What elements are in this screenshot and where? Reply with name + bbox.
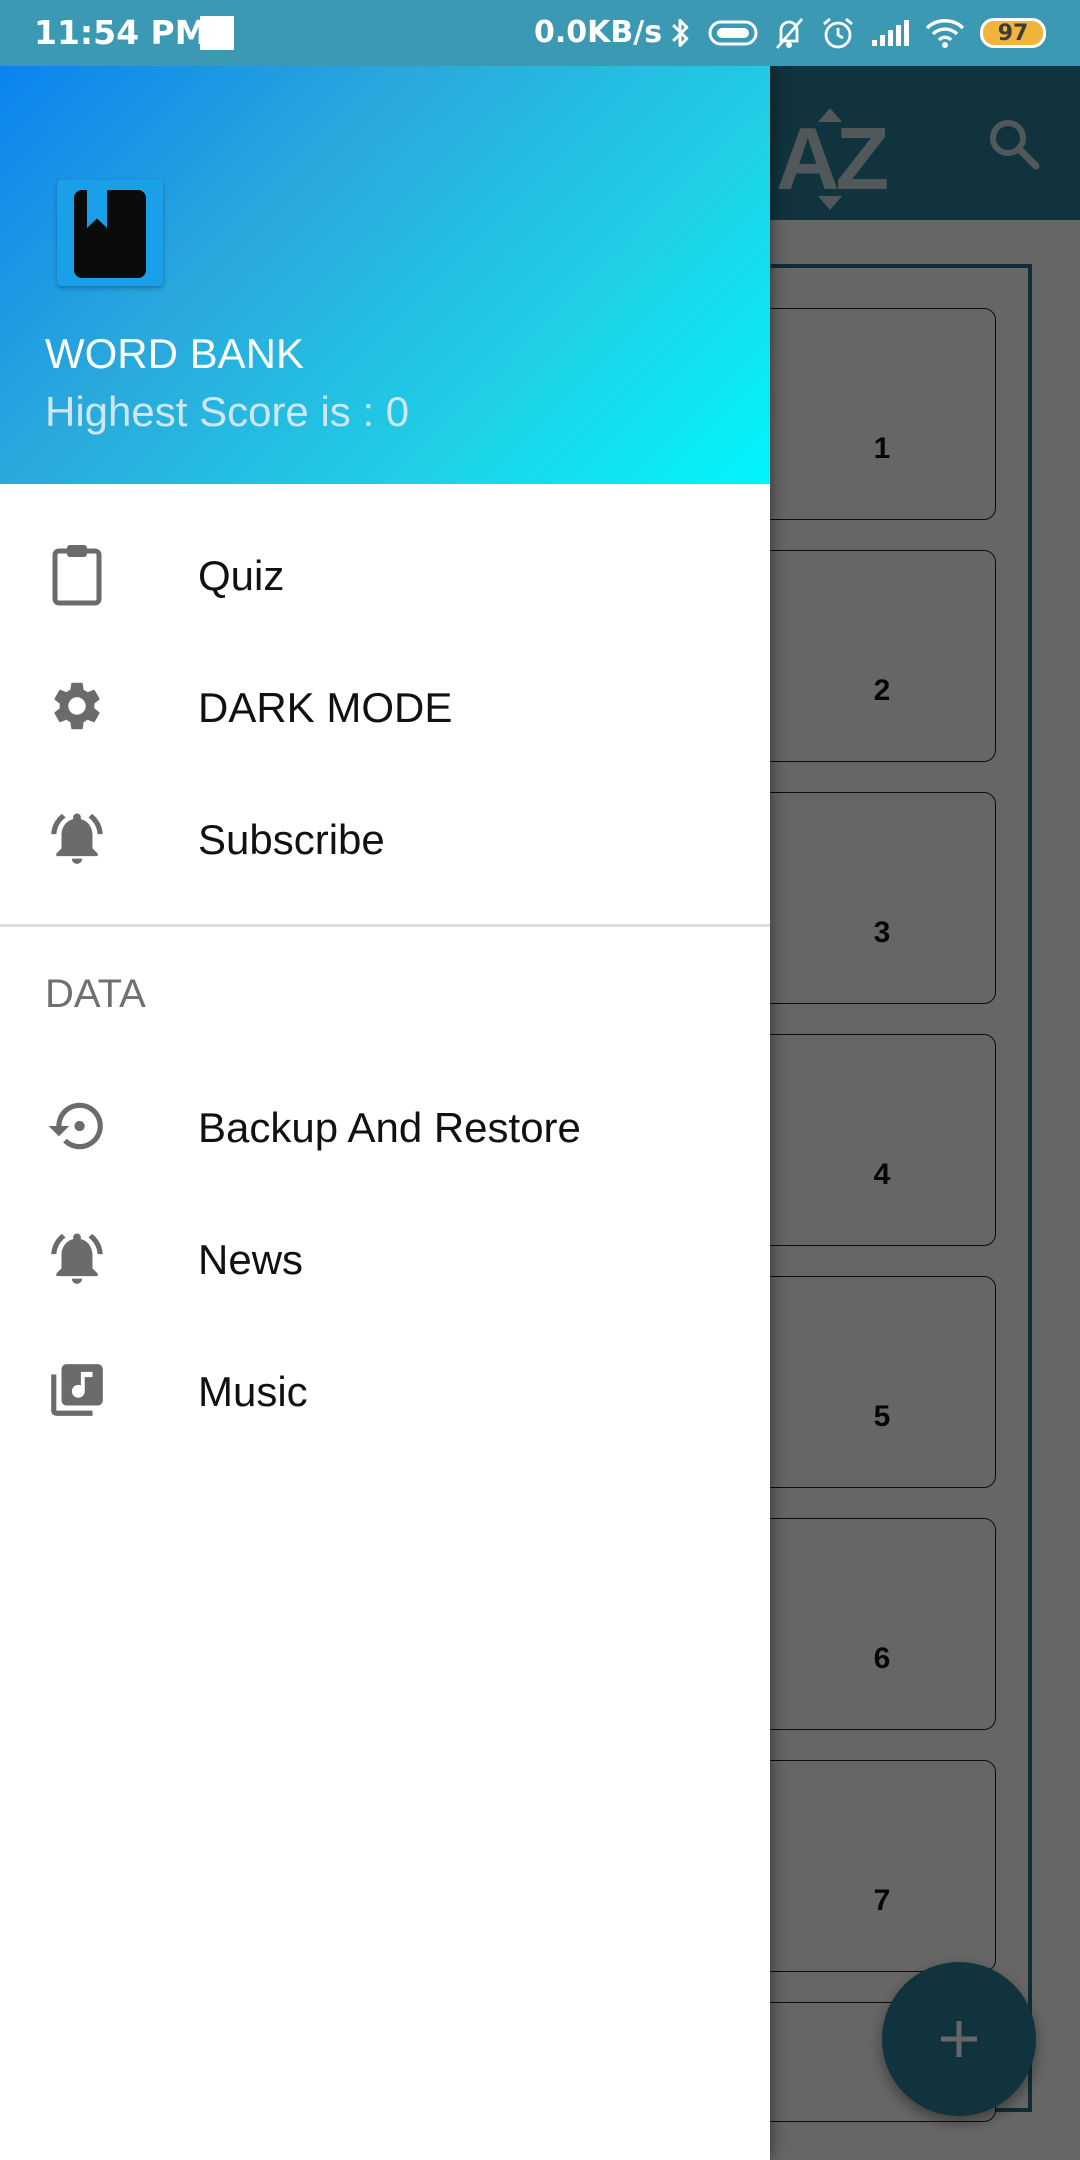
status-bar: 11:54 PM 0.0KB/s 97: [0, 0, 1080, 66]
restore-icon: [44, 1093, 110, 1159]
notification-icon: [200, 16, 234, 50]
book-bookmark-icon: [57, 180, 163, 286]
battery-icon: 97: [980, 18, 1046, 48]
app-name: WORD BANK: [45, 330, 305, 377]
menu-item-label: Quiz: [198, 552, 285, 599]
bell-ring-icon: [44, 1225, 110, 1291]
menu-item-label: DARK MODE: [198, 684, 453, 731]
book-shape: [74, 190, 146, 278]
drawer-header: WORD BANK Highest Score is : 0: [0, 66, 770, 484]
menu-item-music[interactable]: Music: [0, 1324, 770, 1456]
menu-item-backup-restore[interactable]: Backup And Restore: [0, 1060, 770, 1192]
gear-icon: [44, 673, 110, 739]
alarm-icon: [823, 17, 853, 49]
vpn-pill-icon: [708, 20, 758, 46]
menu-item-quiz[interactable]: Quiz: [0, 508, 770, 640]
bluetooth-icon: [672, 19, 689, 47]
status-time: 11:54 PM: [34, 13, 208, 52]
menu-item-label: Subscribe: [198, 816, 385, 863]
network-speed: 0.0KB/s: [534, 15, 663, 50]
clipboard-icon: [44, 541, 110, 607]
signal-icon: [872, 20, 909, 46]
music-library-icon: [44, 1357, 110, 1423]
screen: 11:54 PM 0.0KB/s 97 AZ 1 2 3 4 5 6 7: [0, 0, 1080, 2160]
menu-item-dark-mode[interactable]: DARK MODE: [0, 640, 770, 772]
bell-ring-icon: [44, 805, 110, 871]
navigation-drawer: WORD BANK Highest Score is : 0 Quiz DARK…: [0, 66, 770, 2160]
mute-bell-icon: [775, 18, 804, 49]
bookmark-shape: [87, 190, 107, 228]
status-icons: 97: [666, 12, 1046, 54]
menu-item-news[interactable]: News: [0, 1192, 770, 1324]
menu-item-label: News: [198, 1236, 304, 1283]
menu-item-subscribe[interactable]: Subscribe: [0, 772, 770, 904]
wifi-icon: [925, 19, 965, 48]
menu-item-label: Music: [198, 1368, 308, 1415]
drawer-divider: [0, 924, 770, 927]
section-header-data: DATA: [45, 972, 146, 1016]
highest-score: Highest Score is : 0: [45, 388, 410, 435]
menu-item-label: Backup And Restore: [198, 1104, 581, 1151]
